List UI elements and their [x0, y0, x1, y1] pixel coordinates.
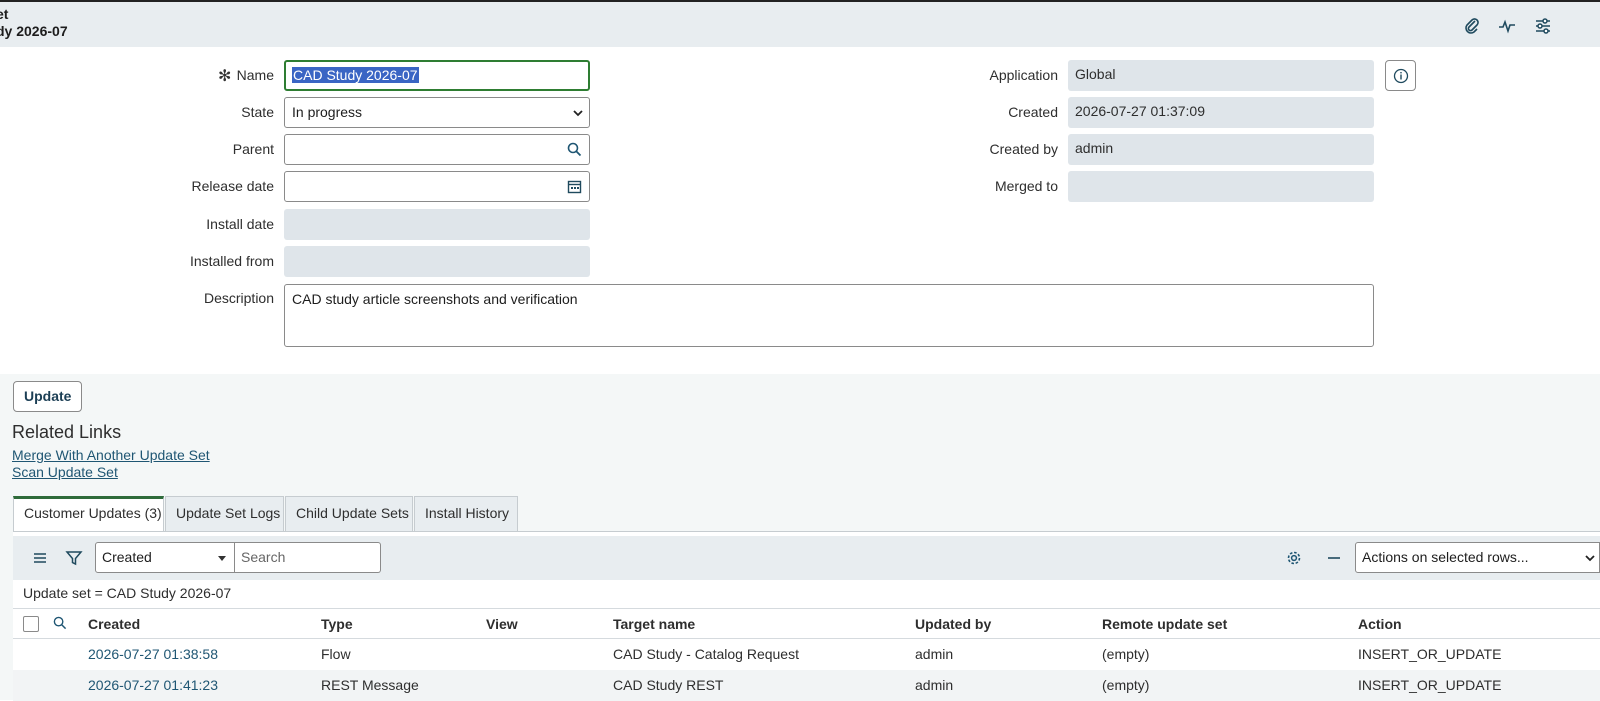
- cell-updated-by: admin: [915, 646, 954, 662]
- tab-install-history[interactable]: Install History: [414, 496, 518, 531]
- caret-down-icon: [218, 556, 226, 561]
- state-value: In progress: [292, 104, 363, 120]
- column-header-view[interactable]: View: [486, 616, 518, 632]
- table-header: Created Type View Target name Updated by…: [13, 608, 1600, 639]
- cell-type: Flow: [321, 646, 351, 662]
- header-title-line1: et: [0, 6, 9, 22]
- search-icon: [567, 142, 582, 157]
- cell-type: REST Message: [321, 677, 419, 693]
- calendar-icon: [567, 180, 582, 194]
- column-search-icon[interactable]: [53, 616, 67, 633]
- column-header-updated-by[interactable]: Updated by: [915, 616, 991, 632]
- cell-remote-update-set: (empty): [1102, 677, 1150, 693]
- tab-update-set-logs[interactable]: Update Set Logs: [165, 496, 284, 531]
- list-breadcrumb[interactable]: Update set = CAD Study 2026-07: [23, 585, 231, 601]
- install-date-label: Install date: [206, 216, 274, 232]
- tab-child-update-sets[interactable]: Child Update Sets: [285, 496, 413, 531]
- installed-from-label: Installed from: [189, 253, 274, 269]
- select-all-checkbox[interactable]: [23, 616, 39, 632]
- customer-updates-list: Created Search Actions on selected rows.…: [13, 531, 1600, 701]
- settings-sliders-icon[interactable]: [1533, 16, 1553, 36]
- list-search-input[interactable]: Search: [235, 542, 381, 573]
- name-field[interactable]: CAD Study 2026-07: [284, 60, 590, 91]
- cell-target-name: CAD Study REST: [613, 677, 724, 693]
- created-by-label: Created by: [989, 141, 1058, 157]
- cell-target-name: CAD Study - Catalog Request: [613, 646, 799, 662]
- install-date-field: [284, 209, 590, 240]
- column-header-remote-update-set[interactable]: Remote update set: [1102, 616, 1227, 632]
- gear-icon[interactable]: [1284, 548, 1304, 568]
- merge-update-set-link[interactable]: Merge With Another Update Set: [12, 447, 210, 463]
- description-label: Description: [203, 290, 274, 306]
- list-menu-icon[interactable]: [30, 548, 50, 568]
- chevron-down-icon: [1585, 555, 1595, 562]
- filter-icon[interactable]: [64, 548, 84, 568]
- related-links-title: Related Links: [12, 422, 122, 442]
- actions-select-value: Actions on selected rows...: [1362, 549, 1529, 565]
- paperclip-icon[interactable]: [1462, 16, 1482, 36]
- cell-created[interactable]: 2026-07-27 01:41:23: [88, 677, 218, 693]
- tab-customer-updates[interactable]: Customer Updates (3): [13, 496, 164, 531]
- cell-action: INSERT_OR_UPDATE: [1358, 646, 1502, 662]
- name-value: CAD Study 2026-07: [292, 67, 419, 83]
- release-date-label: Release date: [191, 178, 274, 194]
- update-set-form: ✻ Name CAD Study 2026-07 State In progre…: [0, 47, 1600, 374]
- cell-updated-by: admin: [915, 677, 954, 693]
- parent-label: Parent: [232, 141, 274, 157]
- installed-from-field: [284, 246, 590, 277]
- cell-created[interactable]: 2026-07-27 01:38:58: [88, 646, 218, 662]
- search-field-select[interactable]: Created: [95, 542, 235, 573]
- list-toolbar: Created Search Actions on selected rows.…: [13, 536, 1600, 580]
- column-header-created[interactable]: Created: [88, 616, 140, 632]
- search-field-value: Created: [102, 549, 152, 565]
- cell-action: INSERT_OR_UPDATE: [1358, 677, 1502, 693]
- release-date-calendar-button[interactable]: [559, 171, 590, 202]
- collapse-icon[interactable]: [1324, 548, 1344, 568]
- description-textarea[interactable]: CAD study article screenshots and verifi…: [284, 284, 1374, 347]
- application-info-button[interactable]: [1385, 60, 1416, 91]
- state-label: State: [241, 104, 274, 120]
- merged-to-label: Merged to: [994, 178, 1058, 194]
- update-button[interactable]: Update: [13, 381, 83, 412]
- column-header-type[interactable]: Type: [321, 616, 353, 632]
- info-icon: [1393, 68, 1409, 84]
- activity-icon[interactable]: [1497, 16, 1517, 36]
- table-row: 2026-07-27 01:41:23 REST Message CAD Stu…: [13, 670, 1600, 701]
- state-select[interactable]: In progress: [284, 97, 590, 128]
- header-title-line2: dy 2026-07: [0, 23, 68, 39]
- release-date-input[interactable]: [284, 171, 560, 202]
- actions-on-selected-rows-select[interactable]: Actions on selected rows...: [1355, 542, 1600, 573]
- scan-update-set-link[interactable]: Scan Update Set: [12, 464, 118, 480]
- form-header: et dy 2026-07: [0, 0, 1600, 47]
- name-label: Name: [236, 67, 274, 83]
- parent-input[interactable]: [284, 134, 560, 165]
- parent-lookup-button[interactable]: [559, 134, 590, 165]
- application-label: Application: [989, 67, 1059, 83]
- created-label: Created: [1008, 104, 1058, 120]
- cell-remote-update-set: (empty): [1102, 646, 1150, 662]
- created-by-field: admin: [1068, 134, 1374, 165]
- chevron-down-icon: [573, 110, 583, 117]
- table-row: 2026-07-27 01:38:58 Flow CAD Study - Cat…: [13, 639, 1600, 670]
- column-header-target-name[interactable]: Target name: [613, 616, 695, 632]
- related-section: Update Related Links Merge With Another …: [0, 374, 1600, 701]
- column-header-action[interactable]: Action: [1358, 616, 1402, 632]
- application-field: Global: [1068, 60, 1374, 91]
- created-field: 2026-07-27 01:37:09: [1068, 97, 1374, 128]
- merged-to-field: [1068, 171, 1374, 202]
